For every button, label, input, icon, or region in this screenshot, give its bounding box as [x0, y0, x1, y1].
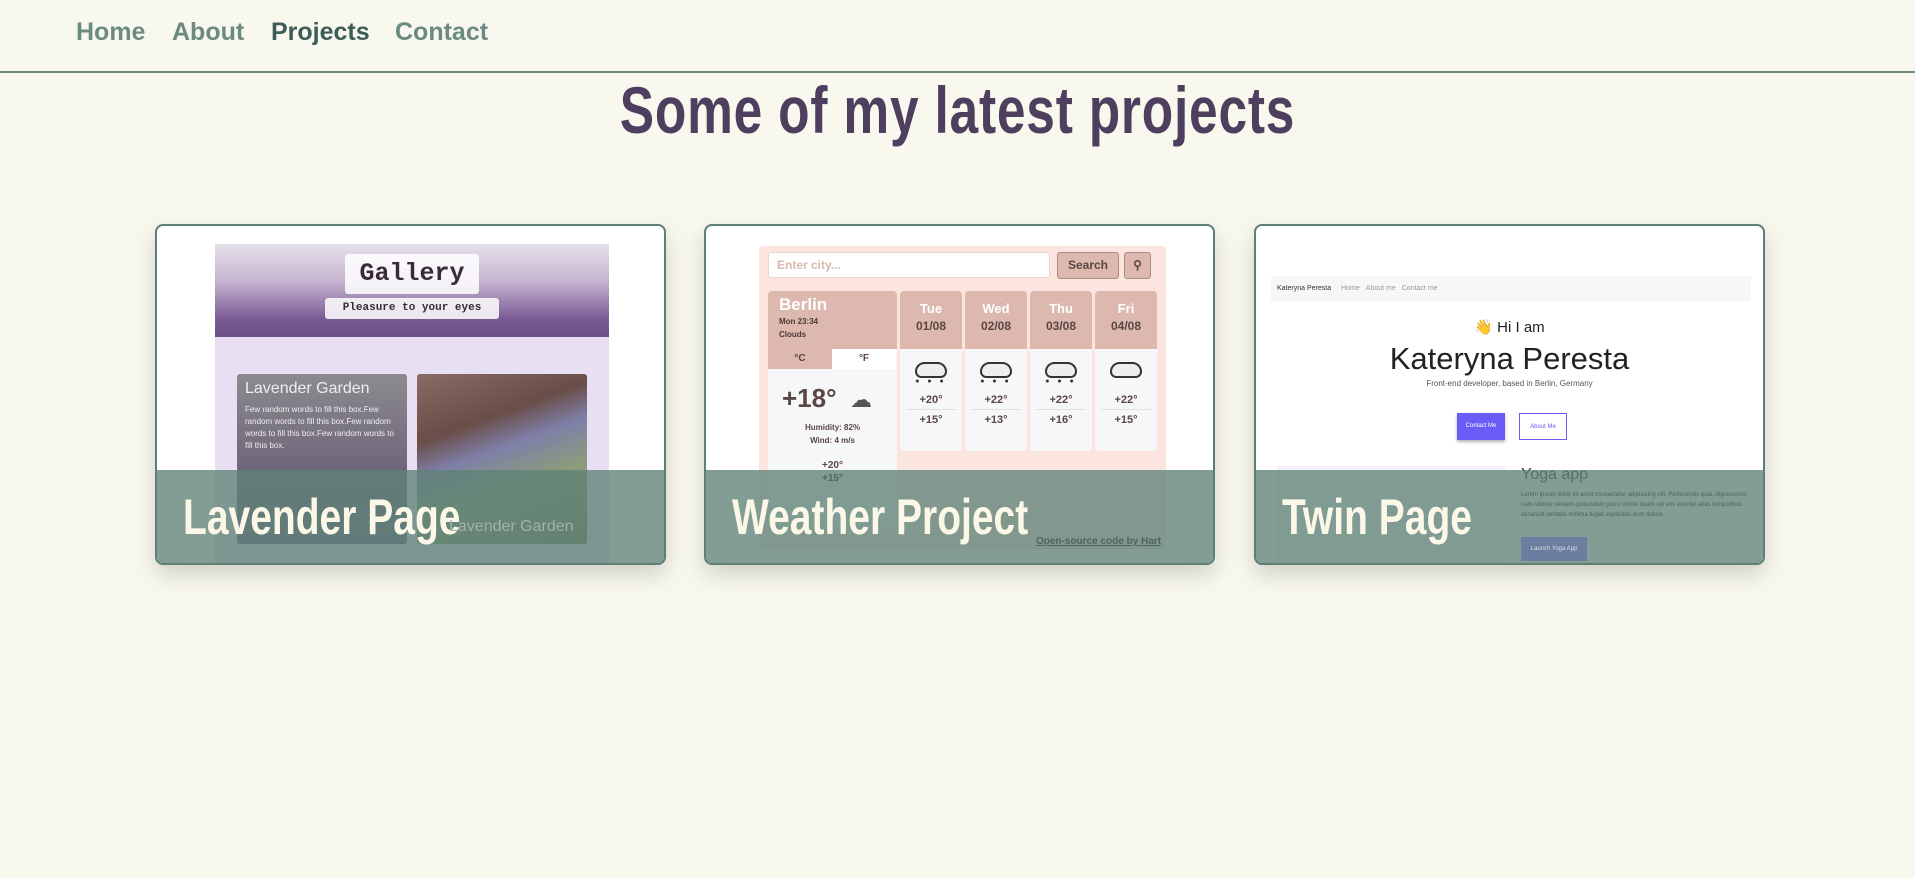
city-name: Berlin	[779, 295, 828, 314]
top-nav: Home About Projects Contact	[0, 0, 1915, 73]
card-title: Twin Page	[1282, 489, 1472, 545]
forecast-day: Fri 04/08 +22° +15°	[1095, 291, 1157, 451]
raindrops: ● ● ●	[915, 378, 947, 385]
twin-tagline: Front-end developer, based in Berlin, Ge…	[1426, 379, 1593, 388]
rain-cloud-icon	[980, 362, 1012, 378]
forecast-weekday: Wed	[982, 301, 1010, 316]
box-title: Lavender Garden	[245, 380, 370, 397]
card-title: Weather Project	[732, 489, 1029, 545]
twin-nav-about: About me	[1365, 285, 1396, 292]
twin-name: Kateryna Peresta	[1389, 341, 1630, 376]
nav-contact[interactable]: Contact	[395, 18, 488, 47]
gallery-subtitle: Pleasure to your eyes	[325, 298, 499, 319]
forecast-date: 01/08	[915, 319, 947, 333]
project-card-twin[interactable]: Kateryna Peresta Home About me Contact me 👋…	[1254, 224, 1765, 565]
twin-about-button: About Me	[1519, 413, 1567, 440]
night-cloud-icon: ☁	[850, 387, 872, 412]
forecast-low: +15°	[1114, 414, 1138, 426]
forecast-day: Tue 01/08 ● ● ● +20° +15°	[900, 291, 962, 451]
forecast-day: Thu 03/08 ● ● ● +22° +16°	[1030, 291, 1092, 451]
nav-about[interactable]: About	[172, 18, 244, 47]
box-text: Few random words to fill this box.Few ra…	[245, 405, 394, 450]
forecast-low: +16°	[1049, 414, 1073, 426]
cloud-icon	[1110, 362, 1142, 378]
raindrops	[1095, 378, 1157, 390]
twin-brand: Kateryna Peresta	[1277, 285, 1332, 292]
forecast-weekday: Tue	[919, 301, 943, 316]
nav-projects[interactable]: Projects	[271, 18, 370, 47]
twin-nav-contact: Contact me	[1401, 285, 1438, 292]
humidity: Humidity: 82%	[804, 423, 861, 432]
twin-greeting: 👋 Hi I am	[1474, 319, 1545, 336]
datetime: Mon 23:34	[779, 317, 819, 326]
current-temp: +18°	[782, 383, 837, 413]
raindrops: ● ● ●	[980, 378, 1012, 385]
launch-yoga-button: Launch Yoga App	[1521, 537, 1587, 561]
twin-nav-home: Home	[1341, 285, 1360, 292]
forecast-weekday: Thu	[1049, 301, 1073, 316]
raindrops: ● ● ●	[1045, 378, 1077, 385]
forecast-high: +22°	[971, 394, 1021, 410]
forecast-day: Wed 02/08 ● ● ● +22° +13°	[965, 291, 1027, 451]
forecast-low: +15°	[919, 414, 943, 426]
unit-fahrenheit: °F	[832, 349, 896, 369]
today-low: +15°	[822, 473, 843, 484]
rain-cloud-icon	[1045, 362, 1077, 378]
forecast-high: +22°	[1036, 394, 1086, 410]
footer-link: Open-source code by Hart	[1036, 536, 1162, 547]
unit-celsius: °C	[768, 349, 832, 369]
yoga-text: Lorem ipsum dolor sit amet consectetur a…	[1521, 492, 1747, 518]
forecast-weekday: Fri	[1117, 301, 1135, 316]
city-search-input: Enter city...	[768, 252, 1050, 278]
twin-contact-button: Contact Me	[1457, 413, 1505, 440]
wind: Wind: 4 m/s	[810, 436, 855, 445]
lavender-header-image: Gallery Pleasure to your eyes	[215, 244, 609, 337]
forecast-date: 02/08	[980, 319, 1012, 333]
project-card-weather[interactable]: Enter city... Search ⚲ Berlin Mon 23:34 Cl…	[704, 224, 1215, 565]
forecast-high: +20°	[906, 394, 956, 410]
gallery-title: Gallery	[345, 254, 479, 294]
map-pin-icon: ⚲	[1124, 252, 1151, 279]
forecast-low: +13°	[984, 414, 1008, 426]
project-card-lavender[interactable]: Gallery Pleasure to your eyes Lavender G…	[155, 224, 666, 565]
condition: Clouds	[779, 330, 807, 339]
nav-home[interactable]: Home	[76, 18, 145, 47]
image-caption: Lavender Garden	[449, 518, 574, 535]
rain-cloud-icon	[915, 362, 947, 378]
search-button: Search	[1057, 252, 1119, 279]
card-title-overlay: Lavender Page	[157, 470, 664, 563]
forecast-high: +22°	[1101, 394, 1151, 410]
forecast-date: 03/08	[1045, 319, 1077, 333]
card-title: Lavender Page	[183, 489, 461, 545]
page-title: Some of my latest projects	[619, 73, 1296, 147]
forecast-date: 04/08	[1110, 319, 1142, 333]
twin-navbar: Kateryna Peresta Home About me Contact me	[1271, 276, 1751, 301]
